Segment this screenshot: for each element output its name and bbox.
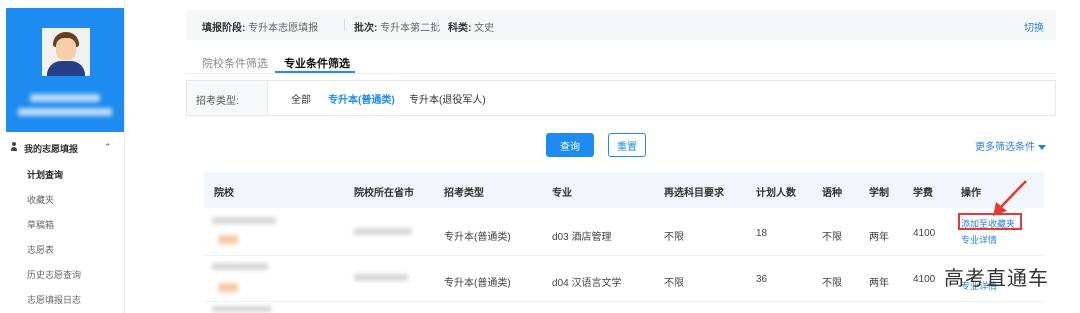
blurred-school-name xyxy=(212,217,276,224)
cell-major: d03 酒店管理 xyxy=(552,232,612,243)
cell-tuition: 4100 xyxy=(913,274,936,285)
user-icon xyxy=(11,142,17,152)
filter-row: 招考类型: 全部 专升本(普通类) 专升本(退役军人) xyxy=(186,80,1056,116)
col-major: 专业 xyxy=(552,188,572,199)
tab-major-filter[interactable]: 专业条件筛选 xyxy=(284,55,350,71)
batch-info: 批次: 专升本第二批 xyxy=(354,23,441,34)
sidebar-item-log[interactable]: 志愿填报日志 xyxy=(27,293,81,306)
filter-option-regular[interactable]: 专升本(普通类) xyxy=(328,91,395,106)
chevron-up-icon: ⌃ xyxy=(104,142,112,152)
cell-subject-req: 不限 xyxy=(664,232,684,243)
cell-major: d04 汉语言文学 xyxy=(552,278,622,289)
col-actions: 操作 xyxy=(961,188,981,199)
cell-plan-count: 36 xyxy=(756,274,768,285)
switch-link[interactable]: 切换 xyxy=(1024,19,1044,34)
cell-duration: 两年 xyxy=(869,232,889,243)
annotation-arrow-icon xyxy=(993,180,1027,216)
cell-language: 不限 xyxy=(822,232,842,243)
menu-group-title: 我的志愿填报 xyxy=(24,144,79,154)
blurred-username xyxy=(30,94,100,102)
col-duration: 学制 xyxy=(869,188,889,199)
blurred-province xyxy=(354,274,408,281)
col-tuition: 学费 xyxy=(913,188,933,199)
col-plan-count: 计划人数 xyxy=(756,188,796,199)
table-row: 专升本(普通类) d04 汉语言文学 不限 36 不限 两年 4100 专业详情 xyxy=(204,255,1044,302)
sidebar: 我的志愿填报 ⌃ 计划查询 收藏夹 草稿箱 志愿表 历史志愿查询 志愿填报日志 xyxy=(0,0,125,313)
sidebar-item-favorites[interactable]: 收藏夹 xyxy=(27,193,54,206)
cell-language: 不限 xyxy=(822,278,842,289)
reset-button[interactable]: 重置 xyxy=(608,133,646,157)
table-header: 院校 院校所在省市 招考类型 专业 再选科目要求 计划人数 语种 学制 学费 操… xyxy=(204,172,1044,208)
blurred-user-info xyxy=(18,108,112,116)
cell-duration: 两年 xyxy=(869,278,889,289)
query-button[interactable]: 查询 xyxy=(546,133,594,157)
major-details-link[interactable]: 专业详情 xyxy=(961,233,997,246)
col-admission-type: 招考类型 xyxy=(444,188,484,199)
sidebar-item-application-form[interactable]: 志愿表 xyxy=(27,243,54,256)
blurred-tag xyxy=(218,283,238,292)
triangle-down-icon xyxy=(1038,144,1046,150)
watermark-text: 高考直通车 xyxy=(944,268,1049,290)
active-tab-indicator xyxy=(275,71,355,73)
table-row: 专升本(普通类) d03 酒店管理 不限 18 不限 两年 4100 添加至收藏… xyxy=(204,209,1044,256)
filter-option-all[interactable]: 全部 xyxy=(291,91,311,106)
profile-card xyxy=(6,8,124,132)
blurred-tag xyxy=(218,235,238,244)
col-province: 院校所在省市 xyxy=(354,188,414,199)
more-filters-link[interactable]: 更多筛选条件 xyxy=(975,138,1046,153)
sidebar-item-drafts[interactable]: 草稿箱 xyxy=(27,218,54,231)
blurred-school-name xyxy=(212,306,272,312)
avatar[interactable] xyxy=(42,28,90,76)
filter-label: 招考类型: xyxy=(196,96,239,107)
tab-school-filter[interactable]: 院校条件筛选 xyxy=(202,55,268,71)
col-school: 院校 xyxy=(214,188,234,199)
filter-option-veteran[interactable]: 专升本(退役军人) xyxy=(409,91,486,106)
cell-tuition: 4100 xyxy=(913,228,936,239)
cell-subject-req: 不限 xyxy=(664,278,684,289)
col-subject-req: 再选科目要求 xyxy=(664,188,724,199)
cell-plan-count: 18 xyxy=(756,228,768,239)
subject-info: 科类: 文史 xyxy=(448,23,495,34)
info-bar: 填报阶段: 专升本志愿填报 批次: 专升本第二批 科类: 文史 切换 xyxy=(186,10,1056,40)
tabs-divider xyxy=(186,73,1056,74)
menu-group-my-application[interactable]: 我的志愿填报 ⌃ xyxy=(0,137,124,159)
cell-admission-type: 专升本(普通类) xyxy=(444,278,511,289)
sidebar-item-history[interactable]: 历史志愿查询 xyxy=(27,268,81,281)
blurred-school-name xyxy=(212,263,268,270)
blurred-province xyxy=(354,228,412,235)
stage-info: 填报阶段: 专升本志愿填报 xyxy=(202,23,319,34)
col-language: 语种 xyxy=(822,188,842,199)
cell-admission-type: 专升本(普通类) xyxy=(444,232,511,243)
sidebar-item-plan-query[interactable]: 计划查询 xyxy=(27,168,63,181)
